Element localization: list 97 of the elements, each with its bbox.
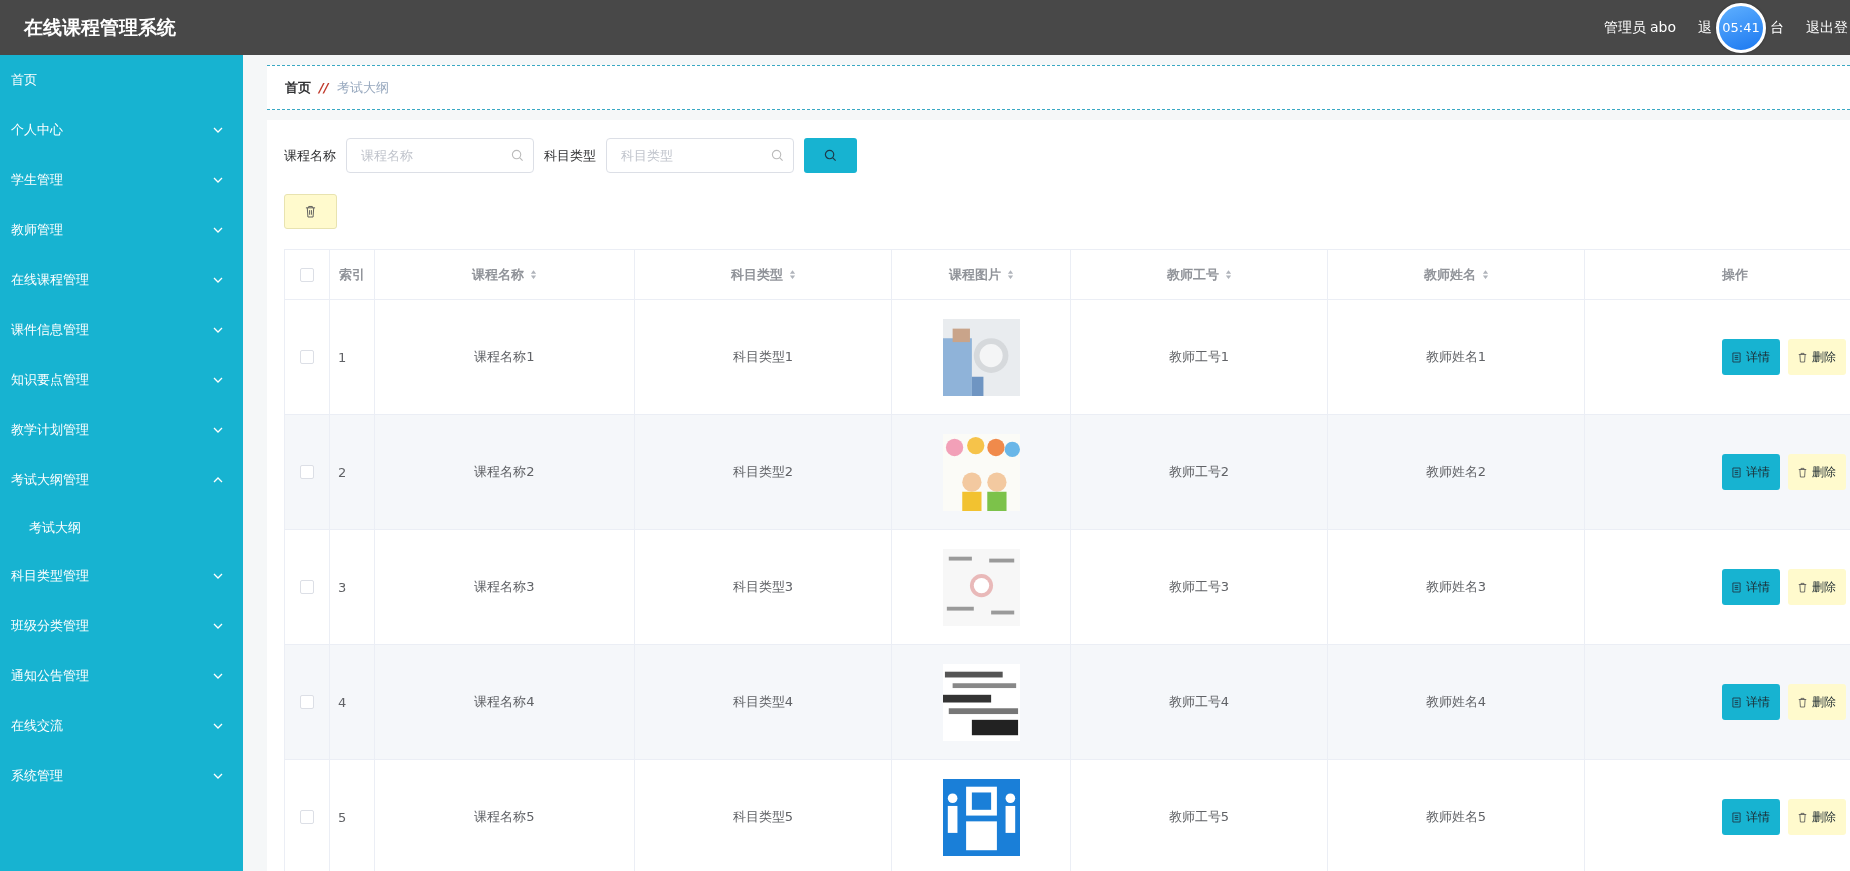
sidebar-item[interactable]: 教师管理 <box>0 205 243 255</box>
table-cell: 4 <box>338 694 347 710</box>
trash-icon <box>1798 696 1807 708</box>
column-header[interactable]: 教师姓名 <box>1328 250 1585 299</box>
row-checkbox[interactable] <box>300 465 314 479</box>
trash-icon <box>305 205 316 218</box>
detail-button[interactable]: 详情 <box>1722 684 1780 720</box>
delete-button[interactable]: 删除 <box>1788 454 1846 490</box>
column-header: 索引 <box>330 250 375 299</box>
front-link[interactable]: 退 <box>1698 18 1712 37</box>
detail-button[interactable]: 详情 <box>1722 799 1780 835</box>
trash-icon <box>1798 581 1807 593</box>
breadcrumb-separator: // <box>319 80 329 95</box>
sort-icon[interactable] <box>788 269 796 280</box>
front-link[interactable]: 台 <box>1770 18 1784 37</box>
trash-icon <box>1798 351 1807 363</box>
field-label: 科目类型 <box>544 146 596 165</box>
select-all-checkbox[interactable] <box>300 267 314 282</box>
row-checkbox[interactable] <box>300 350 314 364</box>
delete-button[interactable]: 删除 <box>1788 569 1846 605</box>
breadcrumb-item[interactable]: 首页 <box>285 78 311 97</box>
table-cell: 课程名称4 <box>474 693 535 711</box>
row-checkbox[interactable] <box>300 695 314 709</box>
search-icon <box>771 149 784 162</box>
breadcrumb-item[interactable]: 考试大纲 <box>336 78 389 97</box>
column-header[interactable]: 科目类型 <box>635 250 892 299</box>
row-checkbox[interactable] <box>300 580 314 594</box>
delete-button[interactable]: 删除 <box>1788 799 1846 835</box>
detail-button[interactable]: 详情 <box>1722 454 1780 490</box>
table-cell: 教师工号4 <box>1168 693 1230 711</box>
table-cell: 1 <box>338 349 347 365</box>
sidebar-item[interactable]: 个人中心 <box>0 105 243 155</box>
sidebar-item[interactable]: 考试大纲管理 <box>0 455 243 505</box>
sidebar-item[interactable]: 系统管理 <box>0 751 243 801</box>
table-cell: 教师姓名1 <box>1425 348 1487 366</box>
document-icon <box>1732 811 1741 823</box>
table-cell: 课程名称2 <box>474 463 535 481</box>
sidebar-item[interactable]: 在线课程管理 <box>0 255 243 305</box>
field-label: 课程名称 <box>284 146 336 165</box>
sidebar-item[interactable]: 课件信息管理 <box>0 305 243 355</box>
table-cell: 5 <box>338 809 347 825</box>
column-header: 操作 <box>1585 250 1850 299</box>
table-cell: 教师工号1 <box>1168 348 1230 366</box>
table-cell: 科目类型5 <box>732 808 794 826</box>
search-field[interactable]: 课程名称 <box>346 138 534 173</box>
table-cell: 科目类型1 <box>732 348 794 366</box>
document-icon <box>1732 581 1741 593</box>
sort-icon[interactable] <box>1006 269 1014 280</box>
logout-link[interactable]: 退出登 <box>1806 18 1848 37</box>
detail-button[interactable]: 详情 <box>1722 569 1780 605</box>
table-cell: 科目类型4 <box>732 693 794 711</box>
sort-icon[interactable] <box>1481 269 1489 280</box>
bulk-delete-button[interactable] <box>284 194 337 229</box>
table-cell: 教师工号3 <box>1168 578 1230 596</box>
table-cell: 教师工号2 <box>1168 463 1230 481</box>
table-cell: 3 <box>338 579 347 595</box>
table-cell: 科目类型2 <box>732 463 794 481</box>
sidebar-item[interactable]: 教学计划管理 <box>0 405 243 455</box>
table-cell: 课程名称3 <box>474 578 535 596</box>
sort-icon[interactable] <box>1224 269 1232 280</box>
trash-icon <box>1798 466 1807 478</box>
table-cell: 2 <box>338 464 347 480</box>
delete-button[interactable]: 删除 <box>1788 684 1846 720</box>
document-icon <box>1732 351 1741 363</box>
sidebar-item[interactable]: 首页 <box>0 55 243 105</box>
search-icon <box>511 149 524 162</box>
table-cell: 教师姓名2 <box>1425 463 1487 481</box>
document-icon <box>1732 466 1741 478</box>
clock-badge[interactable]: 05:41 <box>1716 2 1766 53</box>
sidebar-item[interactable]: 在线交流 <box>0 701 243 751</box>
sidebar-item[interactable]: 学生管理 <box>0 155 243 205</box>
table-cell: 课程名称5 <box>474 808 535 826</box>
table-cell: 教师姓名4 <box>1425 693 1487 711</box>
search-button[interactable] <box>804 138 857 173</box>
table-cell: 教师工号5 <box>1168 808 1230 826</box>
sort-icon[interactable] <box>530 269 537 280</box>
sidebar-item[interactable]: 知识要点管理 <box>0 355 243 405</box>
sidebar-item[interactable]: 科目类型管理 <box>0 551 243 601</box>
sidebar-subitem[interactable]: 考试大纲 <box>0 505 243 551</box>
table-cell: 课程名称1 <box>474 348 535 366</box>
search-icon <box>824 149 837 162</box>
sidebar-item[interactable]: 班级分类管理 <box>0 601 243 651</box>
user-label: 管理员 abo <box>1603 18 1676 37</box>
table-cell: 教师姓名3 <box>1425 578 1487 596</box>
row-checkbox[interactable] <box>300 810 314 824</box>
sidebar-item[interactable]: 通知公告管理 <box>0 651 243 701</box>
table-cell: 科目类型3 <box>732 578 794 596</box>
detail-button[interactable]: 详情 <box>1722 339 1780 375</box>
delete-button[interactable]: 删除 <box>1788 339 1846 375</box>
column-header[interactable]: 教师工号 <box>1071 250 1328 299</box>
search-field[interactable]: 科目类型 <box>606 138 794 173</box>
app-title: 在线课程管理系统 <box>24 14 176 40</box>
table-cell: 教师姓名5 <box>1425 808 1487 826</box>
trash-icon <box>1798 811 1807 823</box>
column-header[interactable]: 课程名称 <box>375 250 635 299</box>
document-icon <box>1732 696 1741 708</box>
column-header[interactable]: 课程图片 <box>892 250 1071 299</box>
